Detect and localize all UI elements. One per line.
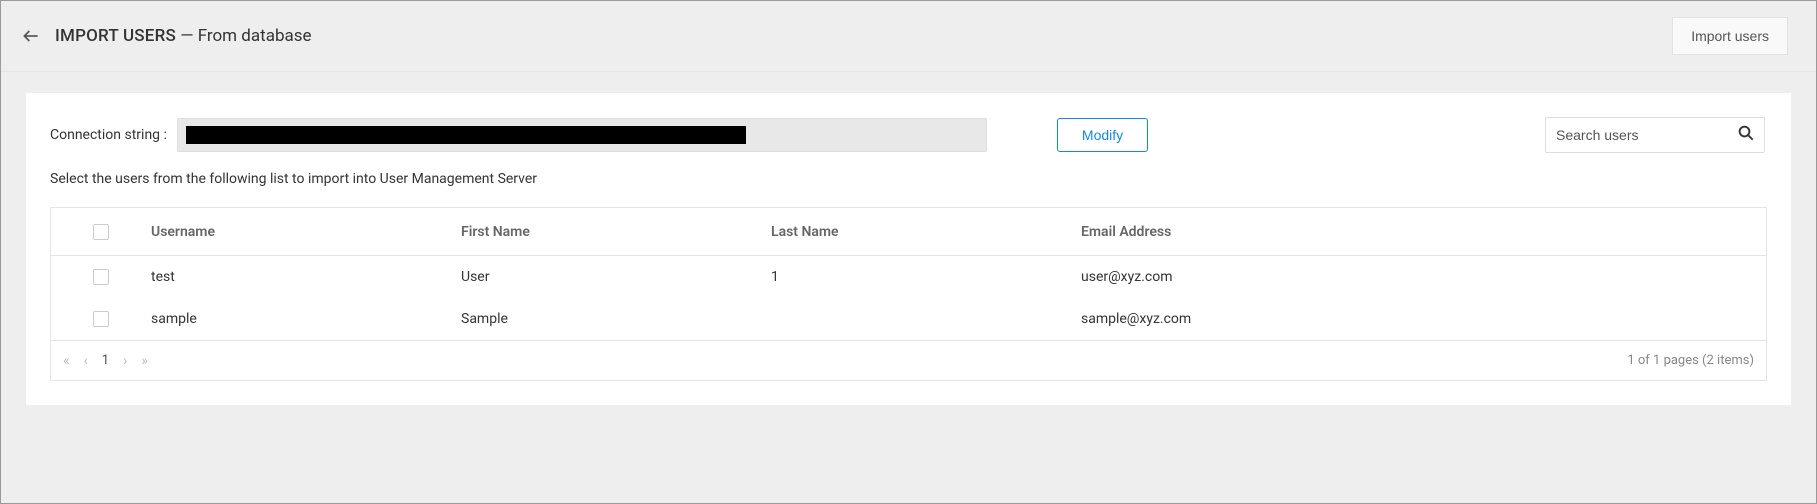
pager-summary: 1 of 1 pages (2 items) bbox=[1627, 353, 1754, 368]
pager-first-icon[interactable]: « bbox=[63, 354, 70, 368]
col-email[interactable]: Email Address bbox=[1081, 224, 1766, 240]
page-title-sep: — bbox=[176, 26, 198, 46]
col-first-name[interactable]: First Name bbox=[461, 224, 771, 240]
connection-string-box bbox=[177, 118, 987, 152]
cell-first-name: User bbox=[461, 269, 771, 285]
search-box[interactable] bbox=[1545, 117, 1765, 153]
header-left: IMPORT USERS — From database bbox=[21, 26, 312, 46]
row-select-cell bbox=[51, 269, 151, 285]
col-username[interactable]: Username bbox=[151, 224, 461, 240]
col-last-name[interactable]: Last Name bbox=[771, 224, 1081, 240]
import-users-button[interactable]: Import users bbox=[1672, 17, 1788, 55]
cell-first-name: Sample bbox=[461, 311, 771, 327]
connection-row: Connection string : Modify bbox=[26, 117, 1791, 153]
table-row: test User 1 user@xyz.com bbox=[51, 256, 1766, 298]
pager-prev-icon[interactable]: ‹ bbox=[84, 354, 88, 368]
select-all-checkbox[interactable] bbox=[93, 224, 109, 240]
page-title: IMPORT USERS — From database bbox=[55, 26, 312, 46]
pager: « ‹ 1 › » 1 of 1 pages (2 items) bbox=[50, 341, 1767, 381]
pager-next-icon[interactable]: › bbox=[123, 354, 127, 368]
cell-email: sample@xyz.com bbox=[1081, 311, 1766, 327]
row-select-cell bbox=[51, 311, 151, 327]
cell-username: sample bbox=[151, 311, 461, 327]
pager-controls: « ‹ 1 › » bbox=[63, 353, 148, 368]
page-title-sub: From database bbox=[198, 26, 312, 46]
page-header: IMPORT USERS — From database Import user… bbox=[1, 1, 1816, 72]
users-table: Username First Name Last Name Email Addr… bbox=[50, 207, 1767, 341]
connection-label: Connection string : bbox=[50, 127, 167, 143]
search-input[interactable] bbox=[1556, 127, 1737, 143]
pager-current-page[interactable]: 1 bbox=[102, 353, 109, 368]
pager-last-icon[interactable]: » bbox=[141, 354, 148, 368]
cell-email: user@xyz.com bbox=[1081, 269, 1766, 285]
cell-last-name: 1 bbox=[771, 269, 1081, 285]
table-header-row: Username First Name Last Name Email Addr… bbox=[51, 208, 1766, 256]
instruction-text: Select the users from the following list… bbox=[26, 153, 1791, 207]
page-title-main: IMPORT USERS bbox=[55, 26, 176, 46]
cell-username: test bbox=[151, 269, 461, 285]
back-arrow-icon[interactable] bbox=[21, 26, 41, 46]
table-row: sample Sample sample@xyz.com bbox=[51, 298, 1766, 340]
main-panel: Connection string : Modify Select the us… bbox=[25, 92, 1792, 406]
connection-string-redacted bbox=[186, 126, 746, 144]
row-checkbox[interactable] bbox=[93, 311, 109, 327]
row-checkbox[interactable] bbox=[93, 269, 109, 285]
modify-button[interactable]: Modify bbox=[1057, 118, 1148, 152]
select-all-cell bbox=[51, 224, 151, 240]
search-icon[interactable] bbox=[1737, 124, 1755, 146]
